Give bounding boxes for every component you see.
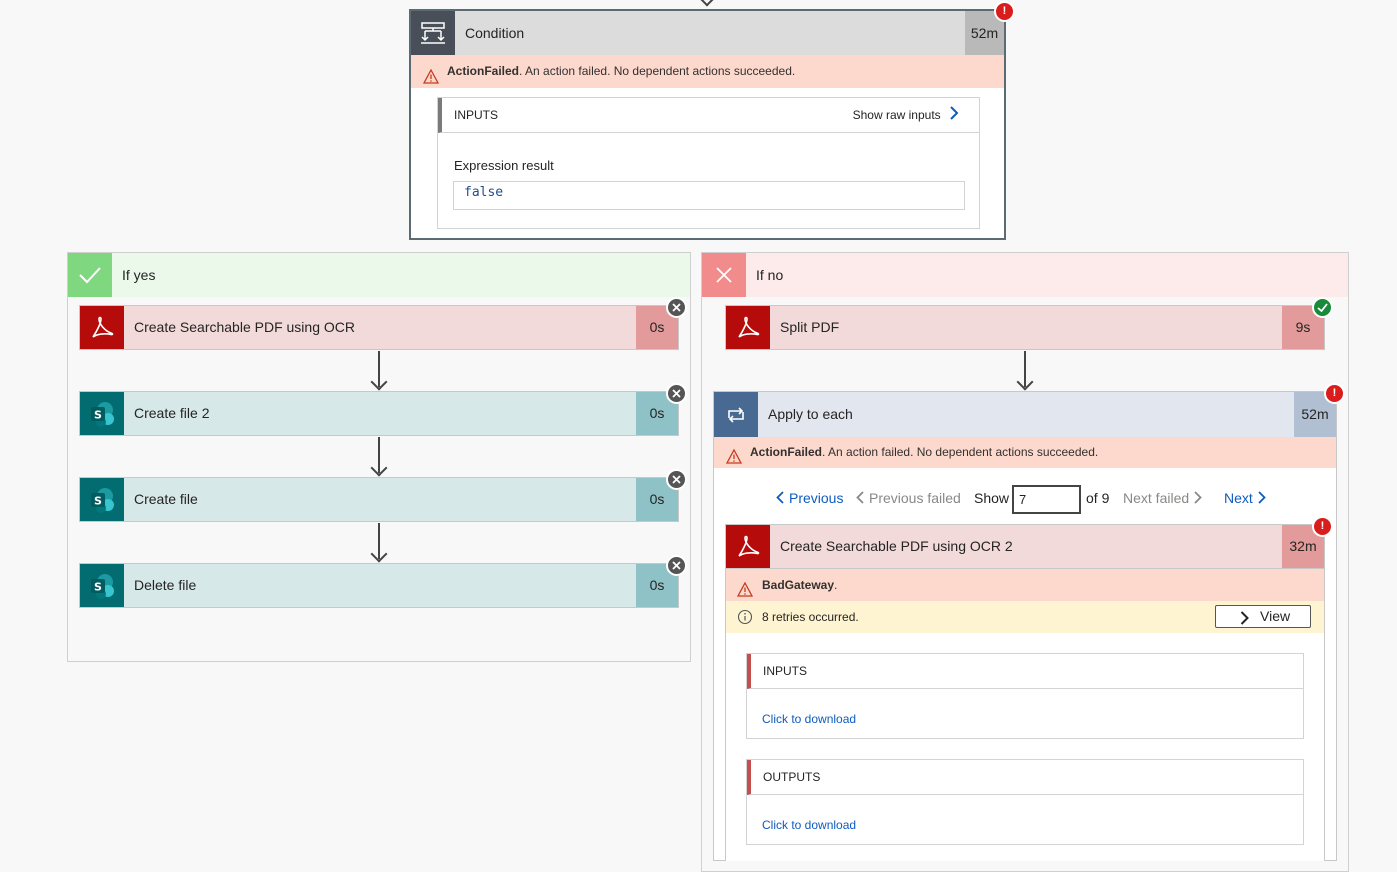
outputs-heading: OUTPUTS — [763, 770, 821, 784]
warning-icon — [725, 445, 743, 476]
condition-card[interactable]: Condition 52m ActionFailed. An action fa… — [409, 9, 1006, 240]
inner-action-error-badge: ! — [1312, 516, 1333, 537]
view-retries-button[interactable]: View — [1215, 605, 1311, 628]
outputs-download-link[interactable]: Click to download — [762, 818, 856, 832]
condition-icon — [411, 11, 455, 55]
if-no-label: If no — [756, 267, 784, 283]
condition-error-code: ActionFailed — [447, 64, 520, 78]
chevron-right-icon — [1240, 610, 1249, 631]
apply-error-message: . An action failed. No dependent actions… — [822, 445, 1099, 459]
action-label: Create file 2 — [134, 405, 210, 421]
apply-to-each-title: Apply to each — [768, 406, 853, 422]
previous-failed-button[interactable]: Previous failed — [856, 489, 961, 508]
if-yes-header[interactable]: If yes — [68, 253, 690, 297]
condition-inputs-header: INPUTS Show raw inputs — [438, 98, 979, 133]
condition-error-strip: ActionFailed. An action failed. No depen… — [411, 55, 1004, 88]
adobe-acrobat-icon — [80, 306, 124, 349]
inputs-heading: INPUTS — [454, 108, 499, 122]
bad-gateway-suffix: . — [834, 578, 838, 592]
action-label: Create file — [134, 491, 198, 507]
if-yes-label: If yes — [122, 267, 156, 283]
skipped-badge-icon — [666, 297, 687, 318]
iteration-input[interactable]: 7 — [1012, 485, 1081, 514]
action-create-searchable-pdf-2[interactable]: Create Searchable PDF using OCR 2 32m — [725, 524, 1325, 569]
action-label: Create Searchable PDF using OCR — [134, 319, 355, 335]
svg-text:S: S — [94, 494, 102, 507]
action-delete-file[interactable]: S Delete file 0s — [79, 563, 679, 608]
sharepoint-icon: S — [80, 392, 124, 435]
next-button[interactable]: Next — [1224, 489, 1266, 508]
loop-icon — [714, 392, 758, 437]
condition-error-message: . An action failed. No dependent actions… — [519, 64, 796, 78]
warning-icon — [422, 64, 440, 97]
action-split-pdf[interactable]: Split PDF 9s — [725, 305, 1325, 350]
show-raw-inputs-link[interactable]: Show raw inputs — [853, 98, 959, 133]
iteration-total: of 9 — [1086, 490, 1110, 506]
inputs-heading: INPUTS — [763, 664, 808, 678]
bad-gateway-strip: BadGateway. — [726, 569, 1324, 601]
chevron-right-icon — [950, 99, 959, 133]
success-badge-icon — [1312, 297, 1333, 318]
inner-inputs-header: INPUTS — [747, 654, 1303, 689]
expression-result-label: Expression result — [454, 158, 554, 173]
chevron-right-icon — [1194, 490, 1202, 508]
top-connector-arrow — [698, 0, 716, 7]
skipped-badge-icon — [666, 469, 687, 490]
adobe-acrobat-icon — [726, 306, 770, 349]
condition-header[interactable]: Condition 52m — [411, 11, 1004, 55]
svg-text:S: S — [94, 580, 102, 593]
apply-to-each-header[interactable]: Apply to each 52m — [714, 392, 1336, 437]
bad-gateway-code: BadGateway — [762, 578, 835, 592]
chevron-left-icon — [776, 490, 784, 508]
if-no-header[interactable]: If no — [702, 253, 1348, 297]
apply-to-each-error-badge: ! — [1324, 383, 1345, 404]
show-raw-inputs-label: Show raw inputs — [852, 108, 941, 122]
chevron-left-icon — [856, 490, 864, 508]
inputs-download-link[interactable]: Click to download — [762, 712, 856, 726]
chevron-right-icon — [1258, 490, 1266, 508]
skipped-badge-icon — [666, 555, 687, 576]
checkmark-icon — [68, 253, 112, 297]
action-label: Create Searchable PDF using OCR 2 — [780, 538, 1013, 554]
retries-text: 8 retries occurred. — [762, 610, 859, 624]
condition-inputs-panel: INPUTS Show raw inputs Expression result… — [437, 97, 980, 229]
action-label: Split PDF — [780, 319, 840, 335]
adobe-acrobat-icon — [726, 525, 770, 568]
action-create-file[interactable]: S Create file 0s — [79, 477, 679, 522]
apply-to-each-error-strip: ActionFailed. An action failed. No depen… — [714, 437, 1336, 468]
sharepoint-icon: S — [80, 564, 124, 607]
previous-button[interactable]: Previous — [776, 489, 843, 508]
inner-inputs-panel: INPUTS Click to download — [746, 653, 1304, 739]
action-create-searchable-pdf[interactable]: Create Searchable PDF using OCR 0s — [79, 305, 679, 350]
next-failed-button[interactable]: Next failed — [1123, 489, 1202, 508]
action-create-file-2[interactable]: S Create file 2 0s — [79, 391, 679, 436]
inner-outputs-panel: OUTPUTS Click to download — [746, 759, 1304, 845]
sharepoint-icon: S — [80, 478, 124, 521]
svg-text:S: S — [94, 408, 102, 421]
condition-title: Condition — [465, 25, 525, 41]
expression-result-value: false — [453, 181, 965, 210]
skipped-badge-icon — [666, 383, 687, 404]
inner-outputs-header: OUTPUTS — [747, 760, 1303, 795]
close-icon — [702, 253, 746, 297]
condition-error-badge: ! — [994, 1, 1015, 22]
action-label: Delete file — [134, 577, 197, 593]
show-label: Show — [974, 490, 1010, 506]
info-icon — [737, 609, 753, 628]
apply-error-code: ActionFailed — [750, 445, 823, 459]
